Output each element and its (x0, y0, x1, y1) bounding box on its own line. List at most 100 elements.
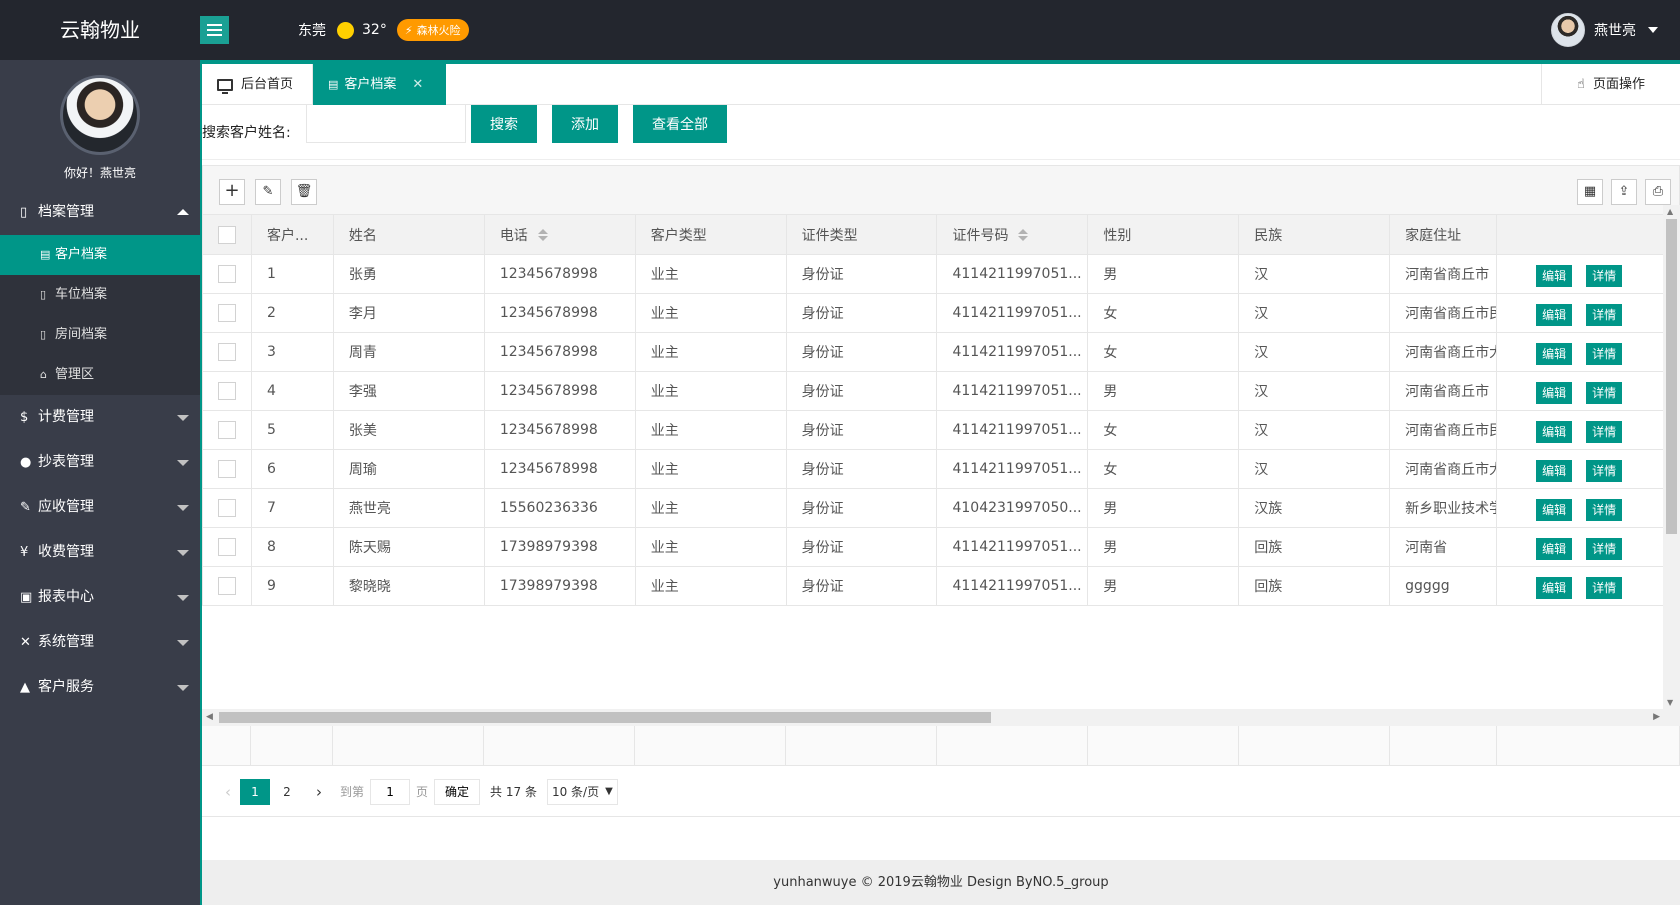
edit-button[interactable]: 编辑 (1536, 265, 1573, 287)
edit-button[interactable]: 编辑 (1536, 304, 1573, 326)
scroll-right-icon[interactable]: ▶ (1653, 712, 1660, 722)
column-header[interactable]: 民族 (1239, 215, 1391, 254)
columns-icon[interactable]: ▦ (1577, 179, 1603, 205)
detail-button[interactable]: 详情 (1586, 382, 1623, 404)
tab-home[interactable]: 后台首页 (202, 64, 313, 105)
column-header[interactable]: 姓名 (334, 215, 485, 254)
search-input[interactable] (306, 105, 466, 143)
avatar[interactable] (1551, 13, 1585, 47)
row-checkbox[interactable] (218, 460, 236, 478)
table-row[interactable]: 8 陈天赐 17398979398 业主 身份证 4114211997051... 男回族河… (203, 528, 1680, 567)
sidebar-item-parking-archive[interactable]: ▯ 车位档案 (0, 275, 200, 315)
row-checkbox[interactable] (218, 538, 236, 556)
nav-group-meter[interactable]: ● 抄表管理 (0, 440, 200, 485)
row-checkbox[interactable] (218, 577, 236, 595)
pencil-icon[interactable]: ✎ (255, 179, 281, 205)
sidebar-item-customer-archive[interactable]: ▤ 客户档案 (0, 235, 200, 275)
row-checkbox[interactable] (218, 499, 236, 517)
detail-button[interactable]: 详情 (1586, 304, 1623, 326)
row-checkbox[interactable] (218, 382, 236, 400)
tab-customer-archive[interactable]: ▤ 客户档案 ✕ (313, 64, 446, 105)
column-header-phone[interactable]: 电话 (485, 215, 636, 254)
column-header[interactable]: 客户类型 (636, 215, 787, 254)
caret-down-icon[interactable] (1648, 27, 1658, 33)
horizontal-scrollbar[interactable]: ◀ ▶ (202, 709, 1680, 726)
table-cell: 15560236336 (485, 489, 636, 527)
user-menu[interactable]: 燕世亮 (1551, 13, 1658, 47)
table-cell: 3 (252, 333, 334, 371)
sidebar-item-room-archive[interactable]: ▯ 房间档案 (0, 315, 200, 355)
nav-group-reports[interactable]: ▣ 报表中心 (0, 575, 200, 620)
table-row[interactable]: 7 燕世亮 15560236336 业主 身份证 4104231997050... 男汉族新… (203, 489, 1680, 528)
scroll-down-icon[interactable]: ▼ (1667, 698, 1673, 707)
row-checkbox[interactable] (218, 343, 236, 361)
menu-toggle-button[interactable] (200, 16, 229, 44)
nav-group-charges[interactable]: ¥ 收费管理 (0, 530, 200, 575)
monitor-icon (217, 78, 233, 94)
chevron-left-icon[interactable]: ‹ (216, 783, 240, 801)
row-checkbox[interactable] (218, 304, 236, 322)
scroll-left-icon[interactable]: ◀ (206, 712, 213, 722)
column-header[interactable]: 客户... (252, 215, 334, 254)
detail-button[interactable]: 详情 (1586, 265, 1623, 287)
view-all-button[interactable]: 查看全部 (633, 105, 727, 143)
page-2-button[interactable]: 2 (272, 779, 302, 805)
nav-group-customer-service[interactable]: ▲ 客户服务 (0, 665, 200, 710)
scroll-thumb[interactable] (219, 712, 991, 723)
chevron-right-icon[interactable]: › (304, 783, 334, 801)
scroll-thumb[interactable] (1666, 219, 1677, 534)
detail-button[interactable]: 详情 (1586, 538, 1623, 560)
goto-page-input[interactable] (370, 778, 411, 805)
edit-button[interactable]: 编辑 (1536, 577, 1573, 599)
sidebar-item-management-area[interactable]: ⌂ 管理区 (0, 355, 200, 395)
print-icon[interactable]: ⎙ (1645, 179, 1671, 205)
nav-group-archives[interactable]: ▯ 档案管理 (0, 190, 200, 235)
table-row[interactable]: 1 张勇 12345678998 业主 身份证 4114211997051... 男汉河南省… (203, 255, 1680, 294)
column-header[interactable]: 证件类型 (787, 215, 938, 254)
goto-confirm-button[interactable]: 确定 (434, 778, 481, 805)
edit-button[interactable]: 编辑 (1536, 538, 1573, 560)
page-size-select[interactable]: 10 条/页 ▼ (546, 778, 618, 805)
column-header[interactable]: 性别 (1088, 215, 1240, 254)
detail-button[interactable]: 详情 (1586, 343, 1623, 365)
table-row[interactable]: 5 张美 12345678998 业主 身份证 4114211997051... 女汉河南省… (203, 411, 1680, 450)
detail-button[interactable]: 详情 (1586, 499, 1623, 521)
sort-icon[interactable] (537, 228, 548, 241)
add-button[interactable]: 添加 (552, 105, 618, 143)
nav-group-billing[interactable]: $ 计费管理 (0, 395, 200, 440)
table-row[interactable]: 9 黎晓晓 17398979398 业主 身份证 4114211997051... 男回族 g… (203, 567, 1680, 606)
edit-button[interactable]: 编辑 (1536, 382, 1573, 404)
plus-icon[interactable]: + (219, 179, 245, 205)
vertical-scrollbar[interactable]: ▲ ▼ (1663, 205, 1680, 709)
table-row[interactable]: 6 周瑜 12345678998 业主 身份证 4114211997051... 女汉河南省… (203, 450, 1680, 489)
username[interactable]: 燕世亮 (1594, 20, 1636, 40)
trash-icon[interactable]: 🗑 (291, 179, 317, 205)
page-1-button[interactable]: 1 (240, 778, 270, 805)
search-button[interactable]: 搜索 (471, 105, 537, 143)
edit-button[interactable]: 编辑 (1536, 499, 1573, 521)
export-icon[interactable]: ⇪ (1611, 179, 1637, 205)
column-header-id-number[interactable]: 证件号码 (937, 215, 1089, 254)
edit-button[interactable]: 编辑 (1536, 460, 1573, 482)
sort-icon[interactable] (1018, 228, 1029, 241)
table-row[interactable]: 2 李月 12345678998 业主 身份证 4114211997051... 女汉河南省… (203, 294, 1680, 333)
table-row[interactable]: 4 李强 12345678998 业主 身份证 4114211997051... 男汉河南省… (203, 372, 1680, 411)
nav-group-system[interactable]: ✕ 系统管理 (0, 620, 200, 665)
scroll-up-icon[interactable]: ▲ (1667, 207, 1673, 216)
detail-button[interactable]: 详情 (1586, 421, 1623, 443)
table-cell: 12345678998 (485, 294, 636, 332)
detail-button[interactable]: 详情 (1586, 577, 1623, 599)
detail-button[interactable]: 详情 (1586, 460, 1623, 482)
edit-button[interactable]: 编辑 (1536, 343, 1573, 365)
row-checkbox[interactable] (218, 421, 236, 439)
page-operations-button[interactable]: ☝ 页面操作 (1541, 64, 1680, 105)
chevron-up-icon (177, 209, 189, 215)
nav-group-receivable[interactable]: ✎ 应收管理 (0, 485, 200, 530)
row-checkbox[interactable] (218, 265, 236, 283)
edit-button[interactable]: 编辑 (1536, 421, 1573, 443)
column-header[interactable]: 家庭住址 (1390, 215, 1498, 254)
table-row[interactable]: 3 周青 12345678998 业主 身份证 4114211997051... 女汉河南省… (203, 333, 1680, 372)
close-icon[interactable]: ✕ (412, 64, 423, 105)
app-logo[interactable]: 云翰物业 (0, 0, 200, 60)
select-all-checkbox[interactable] (218, 225, 236, 244)
